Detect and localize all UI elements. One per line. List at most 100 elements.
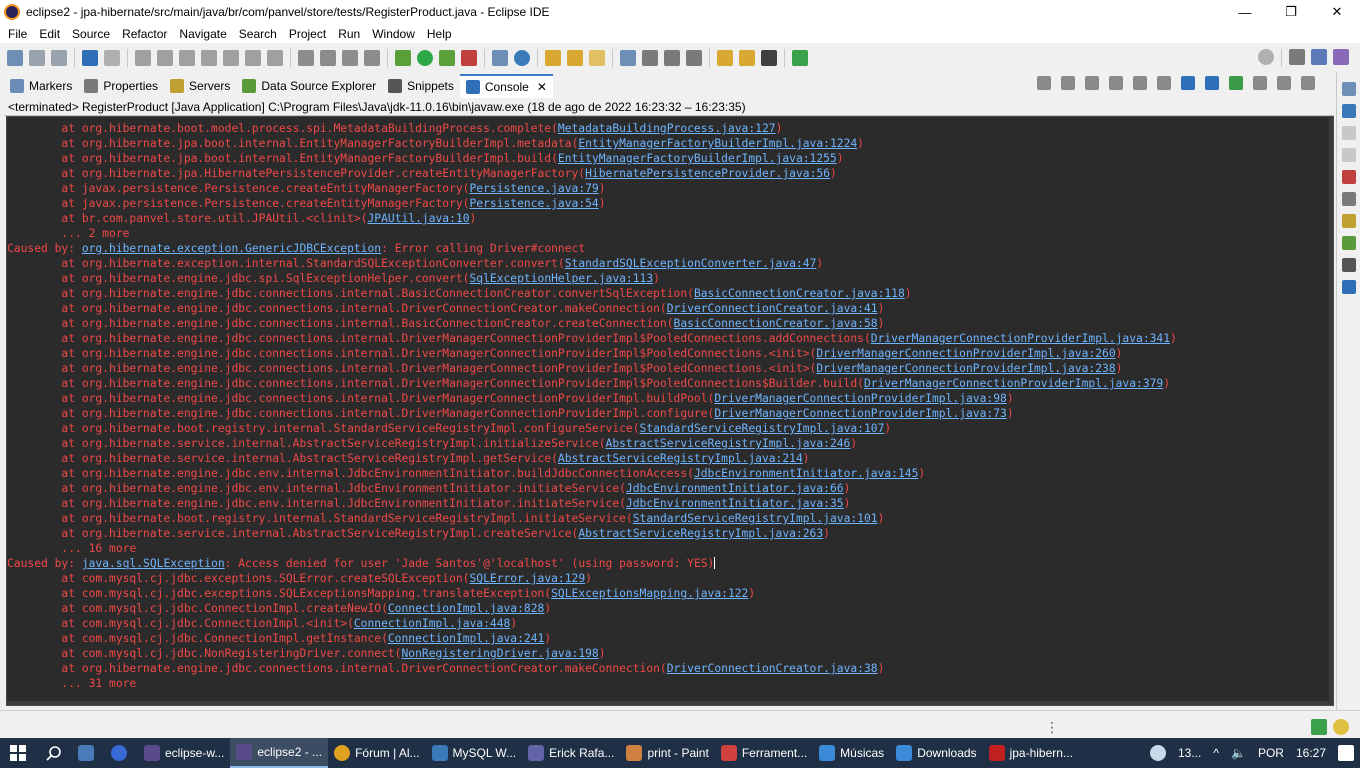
- stack-trace-link[interactable]: StandardSQLExceptionConverter.java:47: [565, 257, 817, 270]
- vertical-scrollbar[interactable]: [1329, 117, 1333, 705]
- show-on-stderr-icon[interactable]: [1205, 76, 1219, 90]
- show-on-stdout-icon[interactable]: [1181, 76, 1195, 90]
- menu-search[interactable]: Search: [233, 27, 283, 41]
- stack-trace-link[interactable]: DriverConnectionCreator.java:41: [667, 302, 878, 315]
- save-all-icon[interactable]: [51, 49, 67, 66]
- tab-markers[interactable]: Markers: [4, 74, 78, 98]
- step-into-icon[interactable]: [223, 49, 239, 66]
- progress-icon[interactable]: [1311, 719, 1327, 735]
- pin-console-icon[interactable]: [1229, 76, 1243, 90]
- clear-console-icon[interactable]: [1109, 76, 1123, 90]
- taskbar-item[interactable]: Downloads: [890, 738, 982, 768]
- open-perspective-icon[interactable]: [1289, 49, 1305, 65]
- stack-trace-link[interactable]: Persistence.java:54: [470, 197, 599, 210]
- stack-trace-link[interactable]: JdbcEnvironmentInitiator.java:35: [626, 497, 844, 510]
- stack-trace-link[interactable]: JdbcEnvironmentInitiator.java:66: [626, 482, 844, 495]
- tip-icon[interactable]: [1333, 719, 1349, 735]
- menu-navigate[interactable]: Navigate: [173, 27, 232, 41]
- close-tab-icon[interactable]: ✕: [537, 80, 547, 94]
- block-selection-icon[interactable]: [342, 49, 358, 66]
- tab-console[interactable]: Console ✕: [459, 74, 553, 98]
- suspend-icon[interactable]: [157, 49, 173, 66]
- debug-icon[interactable]: [395, 49, 411, 66]
- step-return-icon[interactable]: [267, 49, 283, 66]
- menu-file[interactable]: File: [2, 27, 33, 41]
- volume-icon[interactable]: 🔈: [1231, 746, 1246, 760]
- run-icon[interactable]: [417, 49, 433, 66]
- remove-all-terminated-icon[interactable]: [1085, 76, 1099, 90]
- web-browser-icon[interactable]: [620, 49, 636, 66]
- open-task-icon[interactable]: [567, 49, 583, 66]
- weather-text[interactable]: 13...: [1178, 746, 1201, 760]
- stack-trace-link[interactable]: ConnectionImpl.java:448: [354, 617, 510, 630]
- stack-trace-link[interactable]: Persistence.java:79: [470, 182, 599, 195]
- terminate-icon[interactable]: [1037, 76, 1051, 90]
- close-button[interactable]: ✕: [1314, 0, 1360, 24]
- stack-trace-link[interactable]: NonRegisteringDriver.java:198: [401, 647, 598, 660]
- display-console-icon[interactable]: [1253, 76, 1267, 90]
- stack-trace-link[interactable]: DriverManagerConnectionProviderImpl.java…: [816, 347, 1115, 360]
- console-toggle-icon[interactable]: [82, 49, 98, 66]
- weather-icon[interactable]: [1150, 745, 1166, 761]
- search-button[interactable]: [36, 738, 72, 768]
- data-source-icon[interactable]: [1341, 236, 1356, 250]
- stack-trace-link[interactable]: org.hibernate.exception.GenericJDBCExcep…: [82, 242, 381, 255]
- stack-trace-link[interactable]: AbstractServiceRegistryImpl.java:246: [606, 437, 851, 450]
- notifications-icon[interactable]: [1338, 745, 1354, 761]
- tasks-icon[interactable]: [298, 49, 314, 66]
- stack-trace-link[interactable]: JdbcEnvironmentInitiator.java:145: [694, 467, 918, 480]
- taskbar-item[interactable]: jpa-hibern...: [983, 738, 1079, 768]
- stack-trace-link[interactable]: JPAUtil.java:10: [367, 212, 469, 225]
- coverage-icon[interactable]: [439, 49, 455, 66]
- stack-trace-link[interactable]: java.sql.SQLException: [82, 557, 225, 570]
- word-wrap-icon[interactable]: [1157, 76, 1171, 90]
- stack-trace-link[interactable]: AbstractServiceRegistryImpl.java:263: [578, 527, 823, 540]
- last-edit-icon[interactable]: [717, 49, 733, 66]
- stack-trace-link[interactable]: DriverConnectionCreator.java:38: [667, 662, 878, 675]
- stack-trace-link[interactable]: DriverManagerConnectionProviderImpl.java…: [871, 332, 1170, 345]
- console-output[interactable]: at org.hibernate.boot.model.process.spi.…: [6, 116, 1334, 706]
- view-menu-icon[interactable]: [1301, 76, 1315, 90]
- next-annotation-icon[interactable]: [664, 49, 680, 66]
- taskbar-item[interactable]: Músicas: [813, 738, 890, 768]
- menu-edit[interactable]: Edit: [33, 27, 66, 41]
- back-icon[interactable]: [739, 49, 755, 66]
- start-button[interactable]: [0, 738, 36, 768]
- minimized-view-icon[interactable]: [1341, 126, 1356, 140]
- taskbar-item[interactable]: Fórum | Al...: [328, 738, 425, 768]
- stack-trace-link[interactable]: SQLExceptionsMapping.java:122: [551, 587, 748, 600]
- stack-trace-link[interactable]: ConnectionImpl.java:828: [388, 602, 544, 615]
- taskbar-keyboard[interactable]: [72, 738, 105, 768]
- maximize-button[interactable]: ❐: [1268, 0, 1314, 24]
- stack-trace-link[interactable]: DriverManagerConnectionProviderImpl.java…: [714, 407, 1006, 420]
- horizontal-scrollbar[interactable]: [7, 701, 1333, 705]
- skip-breakpoints-icon[interactable]: [104, 49, 120, 66]
- menu-refactor[interactable]: Refactor: [116, 27, 173, 41]
- stack-trace-link[interactable]: SQLError.java:129: [470, 572, 586, 585]
- taskbar-item[interactable]: eclipse-w...: [138, 738, 230, 768]
- stack-trace-link[interactable]: DriverManagerConnectionProviderImpl.java…: [714, 392, 1006, 405]
- stack-trace-link[interactable]: DriverManagerConnectionProviderImpl.java…: [816, 362, 1115, 375]
- taskbar-item[interactable]: Erick Rafa...: [522, 738, 620, 768]
- wizard-icon[interactable]: [642, 49, 658, 66]
- console-icon[interactable]: [1341, 280, 1356, 294]
- servers-icon[interactable]: [1341, 214, 1356, 228]
- minimized-view-icon[interactable]: [1341, 148, 1356, 162]
- stack-trace-link[interactable]: StandardServiceRegistryImpl.java:107: [640, 422, 885, 435]
- problems-icon[interactable]: [1341, 170, 1356, 184]
- save-icon[interactable]: [29, 49, 45, 66]
- taskbar-item[interactable]: print - Paint: [620, 738, 714, 768]
- stack-trace-link[interactable]: SqlExceptionHelper.java:113: [470, 272, 654, 285]
- chevron-up-icon[interactable]: ^: [1213, 746, 1219, 760]
- scroll-lock-icon[interactable]: [1133, 76, 1147, 90]
- taskbar-vpn[interactable]: [105, 738, 138, 768]
- annotation-icon[interactable]: [320, 49, 336, 66]
- stack-trace-link[interactable]: ConnectionImpl.java:241: [388, 632, 544, 645]
- whitespace-icon[interactable]: [364, 49, 380, 66]
- stack-trace-link[interactable]: AbstractServiceRegistryImpl.java:214: [558, 452, 803, 465]
- stack-trace-link[interactable]: EntityManagerFactoryBuilderImpl.java:125…: [558, 152, 837, 165]
- tab-properties[interactable]: Properties: [78, 74, 164, 98]
- search-icon[interactable]: [1258, 49, 1274, 65]
- open-console-icon[interactable]: [1277, 76, 1291, 90]
- snippets-icon[interactable]: [1341, 258, 1356, 272]
